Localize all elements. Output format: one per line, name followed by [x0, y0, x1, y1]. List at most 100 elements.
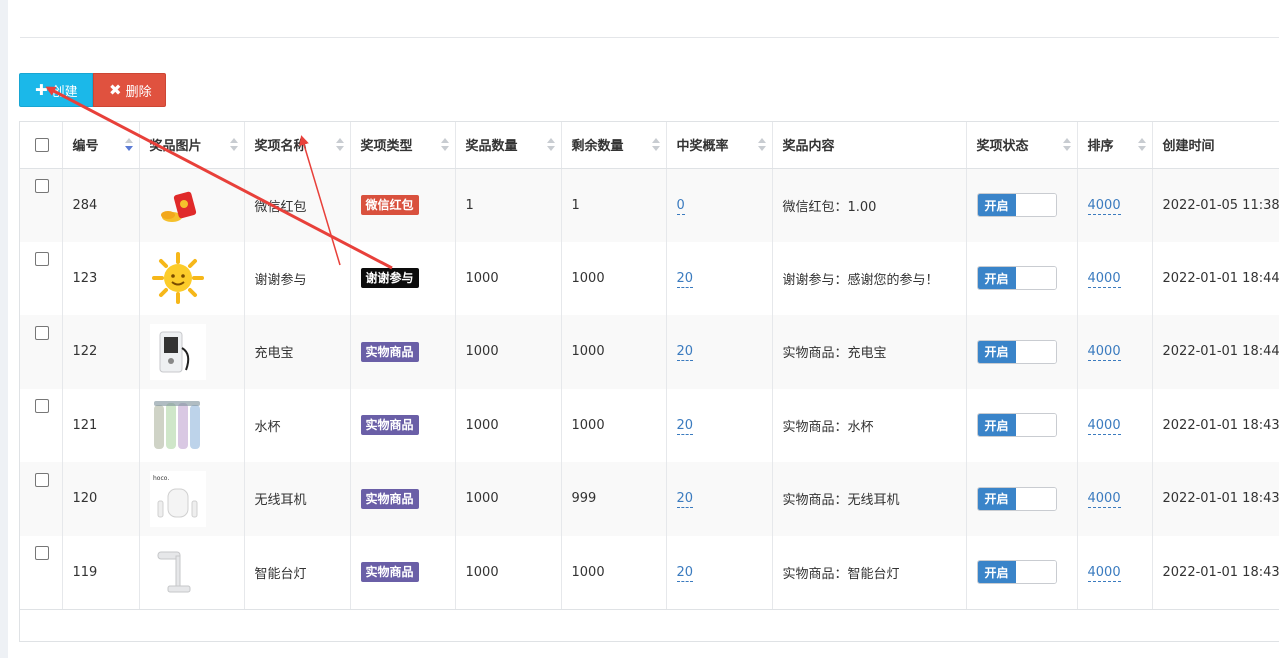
earbuds-thumbnail[interactable]: hoco.	[149, 470, 234, 527]
probability-editable-link[interactable]: 20	[676, 344, 694, 362]
cell-probability: 20	[666, 535, 773, 610]
column-header-probability[interactable]: 中奖概率	[666, 122, 773, 169]
cell-qty: 1000	[455, 535, 562, 610]
column-header-status[interactable]: 奖项状态	[966, 122, 1078, 169]
cell-type: 实物商品	[350, 462, 456, 536]
sort-icon	[335, 136, 344, 154]
column-header-image[interactable]: 奖品图片	[139, 122, 245, 169]
column-header-remain[interactable]: 剩余数量	[561, 122, 667, 169]
select-all-checkbox[interactable]	[35, 137, 49, 152]
table-header-row: 编号 奖品图片 奖项名称 奖项类型 奖品数量 剩余数量 中奖概率 奖品内容 奖项…	[20, 122, 1279, 169]
sort-editable-link[interactable]: 4000	[1087, 270, 1121, 288]
cell-name: 无线耳机	[244, 462, 351, 536]
cell-sort: 4000	[1077, 241, 1153, 315]
cell-status: 开启	[966, 462, 1078, 536]
status-toggle-off	[1015, 414, 1056, 437]
cell-image	[139, 388, 245, 462]
column-header-id[interactable]: 编号	[62, 122, 140, 169]
status-toggle[interactable]: 开启	[976, 486, 1057, 511]
cell-name: 微信红包	[244, 168, 351, 242]
power-bank-thumbnail[interactable]	[149, 323, 234, 380]
table-body: 284 微信红包 微信红包 1 1 0 微信红包：1.00 开启 4000 2022-01-05 …	[20, 168, 1279, 610]
sort-editable-link[interactable]: 4000	[1087, 417, 1121, 435]
column-header-name[interactable]: 奖项名称	[244, 122, 351, 169]
cell-status: 开启	[966, 168, 1078, 242]
probability-editable-link[interactable]: 20	[676, 564, 694, 582]
row-select-cell	[20, 462, 63, 536]
probability-editable-link[interactable]: 0	[676, 197, 685, 215]
prize-table-container: 编号 奖品图片 奖项名称 奖项类型 奖品数量 剩余数量 中奖概率 奖品内容 奖项…	[19, 121, 1279, 642]
row-checkbox[interactable]	[35, 252, 49, 266]
column-header-created: 创建时间	[1152, 122, 1279, 169]
probability-editable-link[interactable]: 20	[676, 491, 694, 509]
prize-table: 编号 奖品图片 奖项名称 奖项类型 奖品数量 剩余数量 中奖概率 奖品内容 奖项…	[20, 122, 1279, 610]
status-toggle-off	[1015, 267, 1056, 290]
table-row[interactable]: 123 谢谢参与 谢谢参与 1000 1000 20 谢谢参与：感谢您的参与！ 开启 4000 2…	[20, 241, 1279, 315]
status-toggle[interactable]: 开启	[976, 560, 1057, 584]
type-badge: 谢谢参与	[360, 268, 419, 289]
cell-image	[139, 168, 245, 242]
row-checkbox[interactable]	[35, 399, 49, 413]
row-checkbox[interactable]	[35, 472, 49, 487]
desk-lamp-thumbnail[interactable]	[150, 544, 234, 600]
column-header-type[interactable]: 奖项类型	[350, 122, 456, 169]
cell-sort: 4000	[1077, 535, 1153, 610]
cell-content: 实物商品：无线耳机	[772, 462, 967, 536]
row-checkbox[interactable]	[35, 546, 49, 560]
cell-image	[139, 535, 245, 610]
cell-sort: 4000	[1077, 168, 1153, 242]
sort-editable-link[interactable]: 4000	[1087, 344, 1121, 362]
row-select-cell	[20, 535, 63, 610]
status-toggle-label: 开启	[977, 561, 1016, 583]
column-header-qty[interactable]: 奖品数量	[455, 122, 562, 169]
cell-type: 谢谢参与	[350, 241, 456, 315]
bottles-thumbnail[interactable]	[150, 397, 234, 453]
row-checkbox[interactable]	[35, 179, 49, 193]
status-toggle[interactable]: 开启	[976, 413, 1057, 438]
status-toggle[interactable]: 开启	[976, 193, 1057, 217]
plus-icon: ✚	[35, 81, 48, 99]
sun-thumbnail[interactable]	[150, 250, 234, 306]
column-header-sort[interactable]: 排序	[1077, 122, 1153, 169]
cell-status: 开启	[966, 535, 1078, 610]
probability-editable-link[interactable]: 20	[676, 270, 694, 288]
table-row[interactable]: 120 hoco. 无线耳机 实物商品 1000 999 20 实物商品：无线耳机 开启 4000…	[20, 462, 1279, 536]
status-toggle[interactable]: 开启	[976, 339, 1057, 364]
status-toggle[interactable]: 开启	[976, 266, 1057, 291]
table-row[interactable]: 284 微信红包 微信红包 1 1 0 微信红包：1.00 开启 4000 2022-01-05 …	[20, 168, 1279, 242]
table-row[interactable]: 121 水杯 实物商品 1000 1000 20 实物商品：水杯 开启 4000 2022-01-…	[20, 388, 1279, 462]
left-edge-strip	[0, 0, 8, 658]
sort-editable-link[interactable]: 4000	[1087, 197, 1121, 215]
cell-qty: 1000	[455, 388, 562, 462]
cell-remain: 1000	[561, 241, 667, 315]
sort-editable-link[interactable]: 4000	[1087, 564, 1121, 582]
cell-status: 开启	[966, 241, 1078, 315]
select-all-cell	[20, 122, 63, 169]
table-row[interactable]: 122 充电宝 实物商品 1000 1000 20 实物商品：充电宝 开启 4000 2022-0…	[20, 315, 1279, 389]
probability-editable-link[interactable]: 20	[676, 417, 694, 435]
type-badge: 微信红包	[360, 195, 419, 215]
create-button[interactable]: ✚ 创建	[19, 73, 93, 107]
cell-remain: 1000	[561, 388, 667, 462]
cell-type: 实物商品	[350, 315, 456, 389]
row-checkbox[interactable]	[35, 325, 49, 340]
row-select-cell	[20, 315, 63, 389]
cell-sort: 4000	[1077, 315, 1153, 389]
red-packet-thumbnail[interactable]	[150, 177, 234, 233]
table-row[interactable]: 119 智能台灯 实物商品 1000 1000 20 实物商品：智能台灯 开启 4000 2022…	[20, 535, 1279, 610]
delete-button[interactable]: ✖ 删除	[93, 73, 166, 107]
type-badge: 实物商品	[360, 488, 419, 509]
cell-probability: 20	[666, 241, 773, 315]
toolbar: ✚ 创建 ✖ 删除	[19, 73, 166, 107]
sort-editable-link[interactable]: 4000	[1087, 491, 1121, 509]
cell-name: 智能台灯	[244, 535, 351, 610]
cell-content: 实物商品：水杯	[772, 388, 967, 462]
cell-type: 微信红包	[350, 168, 456, 242]
status-toggle-off	[1015, 561, 1056, 583]
cell-image: hoco.	[139, 462, 245, 536]
cell-created: 2022-01-01 18:43:12	[1152, 535, 1279, 610]
sort-icon	[1062, 136, 1071, 154]
cell-probability: 20	[666, 388, 773, 462]
cell-qty: 1000	[455, 241, 562, 315]
cell-image	[139, 241, 245, 315]
